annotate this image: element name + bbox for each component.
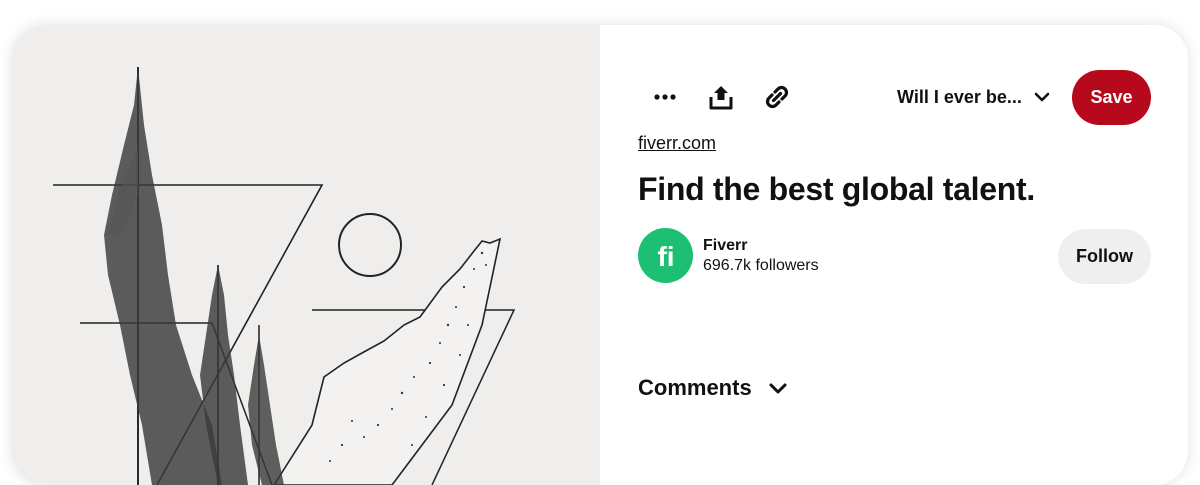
board-select-label: Will I ever be... [897, 86, 1022, 107]
share-button[interactable] [697, 73, 745, 121]
copy-link-button[interactable] [753, 73, 801, 121]
creator-profile: fi Fiverr 696.7k followers [638, 228, 819, 283]
chevron-down-icon [769, 383, 787, 394]
pin-image[interactable] [12, 25, 600, 485]
creator-text: Fiverr 696.7k followers [703, 236, 819, 276]
avatar-text: fi [657, 241, 674, 272]
ellipsis-icon [654, 94, 676, 100]
pin-title: Find the best global talent. [638, 171, 1035, 207]
fiverr-logo-icon: fi [657, 241, 674, 272]
board-select-dropdown[interactable]: Will I ever be... [897, 83, 1050, 111]
creator-avatar[interactable]: fi [638, 228, 693, 283]
comments-label: Comments [638, 375, 752, 400]
mountain-shape [273, 237, 502, 485]
pine-tree-main [104, 67, 222, 485]
follow-button[interactable]: Follow [1058, 229, 1151, 284]
moon-circle [338, 213, 402, 277]
pin-details: Will I ever be... Save fiverr.com Find t… [600, 25, 1188, 485]
creator-name[interactable]: Fiverr [703, 236, 819, 256]
pine-tree-secondary [200, 265, 284, 485]
creator-followers: 696.7k followers [703, 256, 819, 274]
more-options-button[interactable] [641, 73, 689, 121]
pin-drawing [53, 67, 516, 485]
chain-link-icon [765, 85, 789, 109]
source-link[interactable]: fiverr.com [638, 133, 716, 154]
comments-toggle[interactable]: Comments [638, 375, 788, 401]
save-button[interactable]: Save [1072, 70, 1151, 125]
pin-card: Will I ever be... Save fiverr.com Find t… [12, 25, 1188, 485]
chevron-down-icon [1034, 92, 1050, 102]
upload-share-icon [709, 86, 733, 110]
